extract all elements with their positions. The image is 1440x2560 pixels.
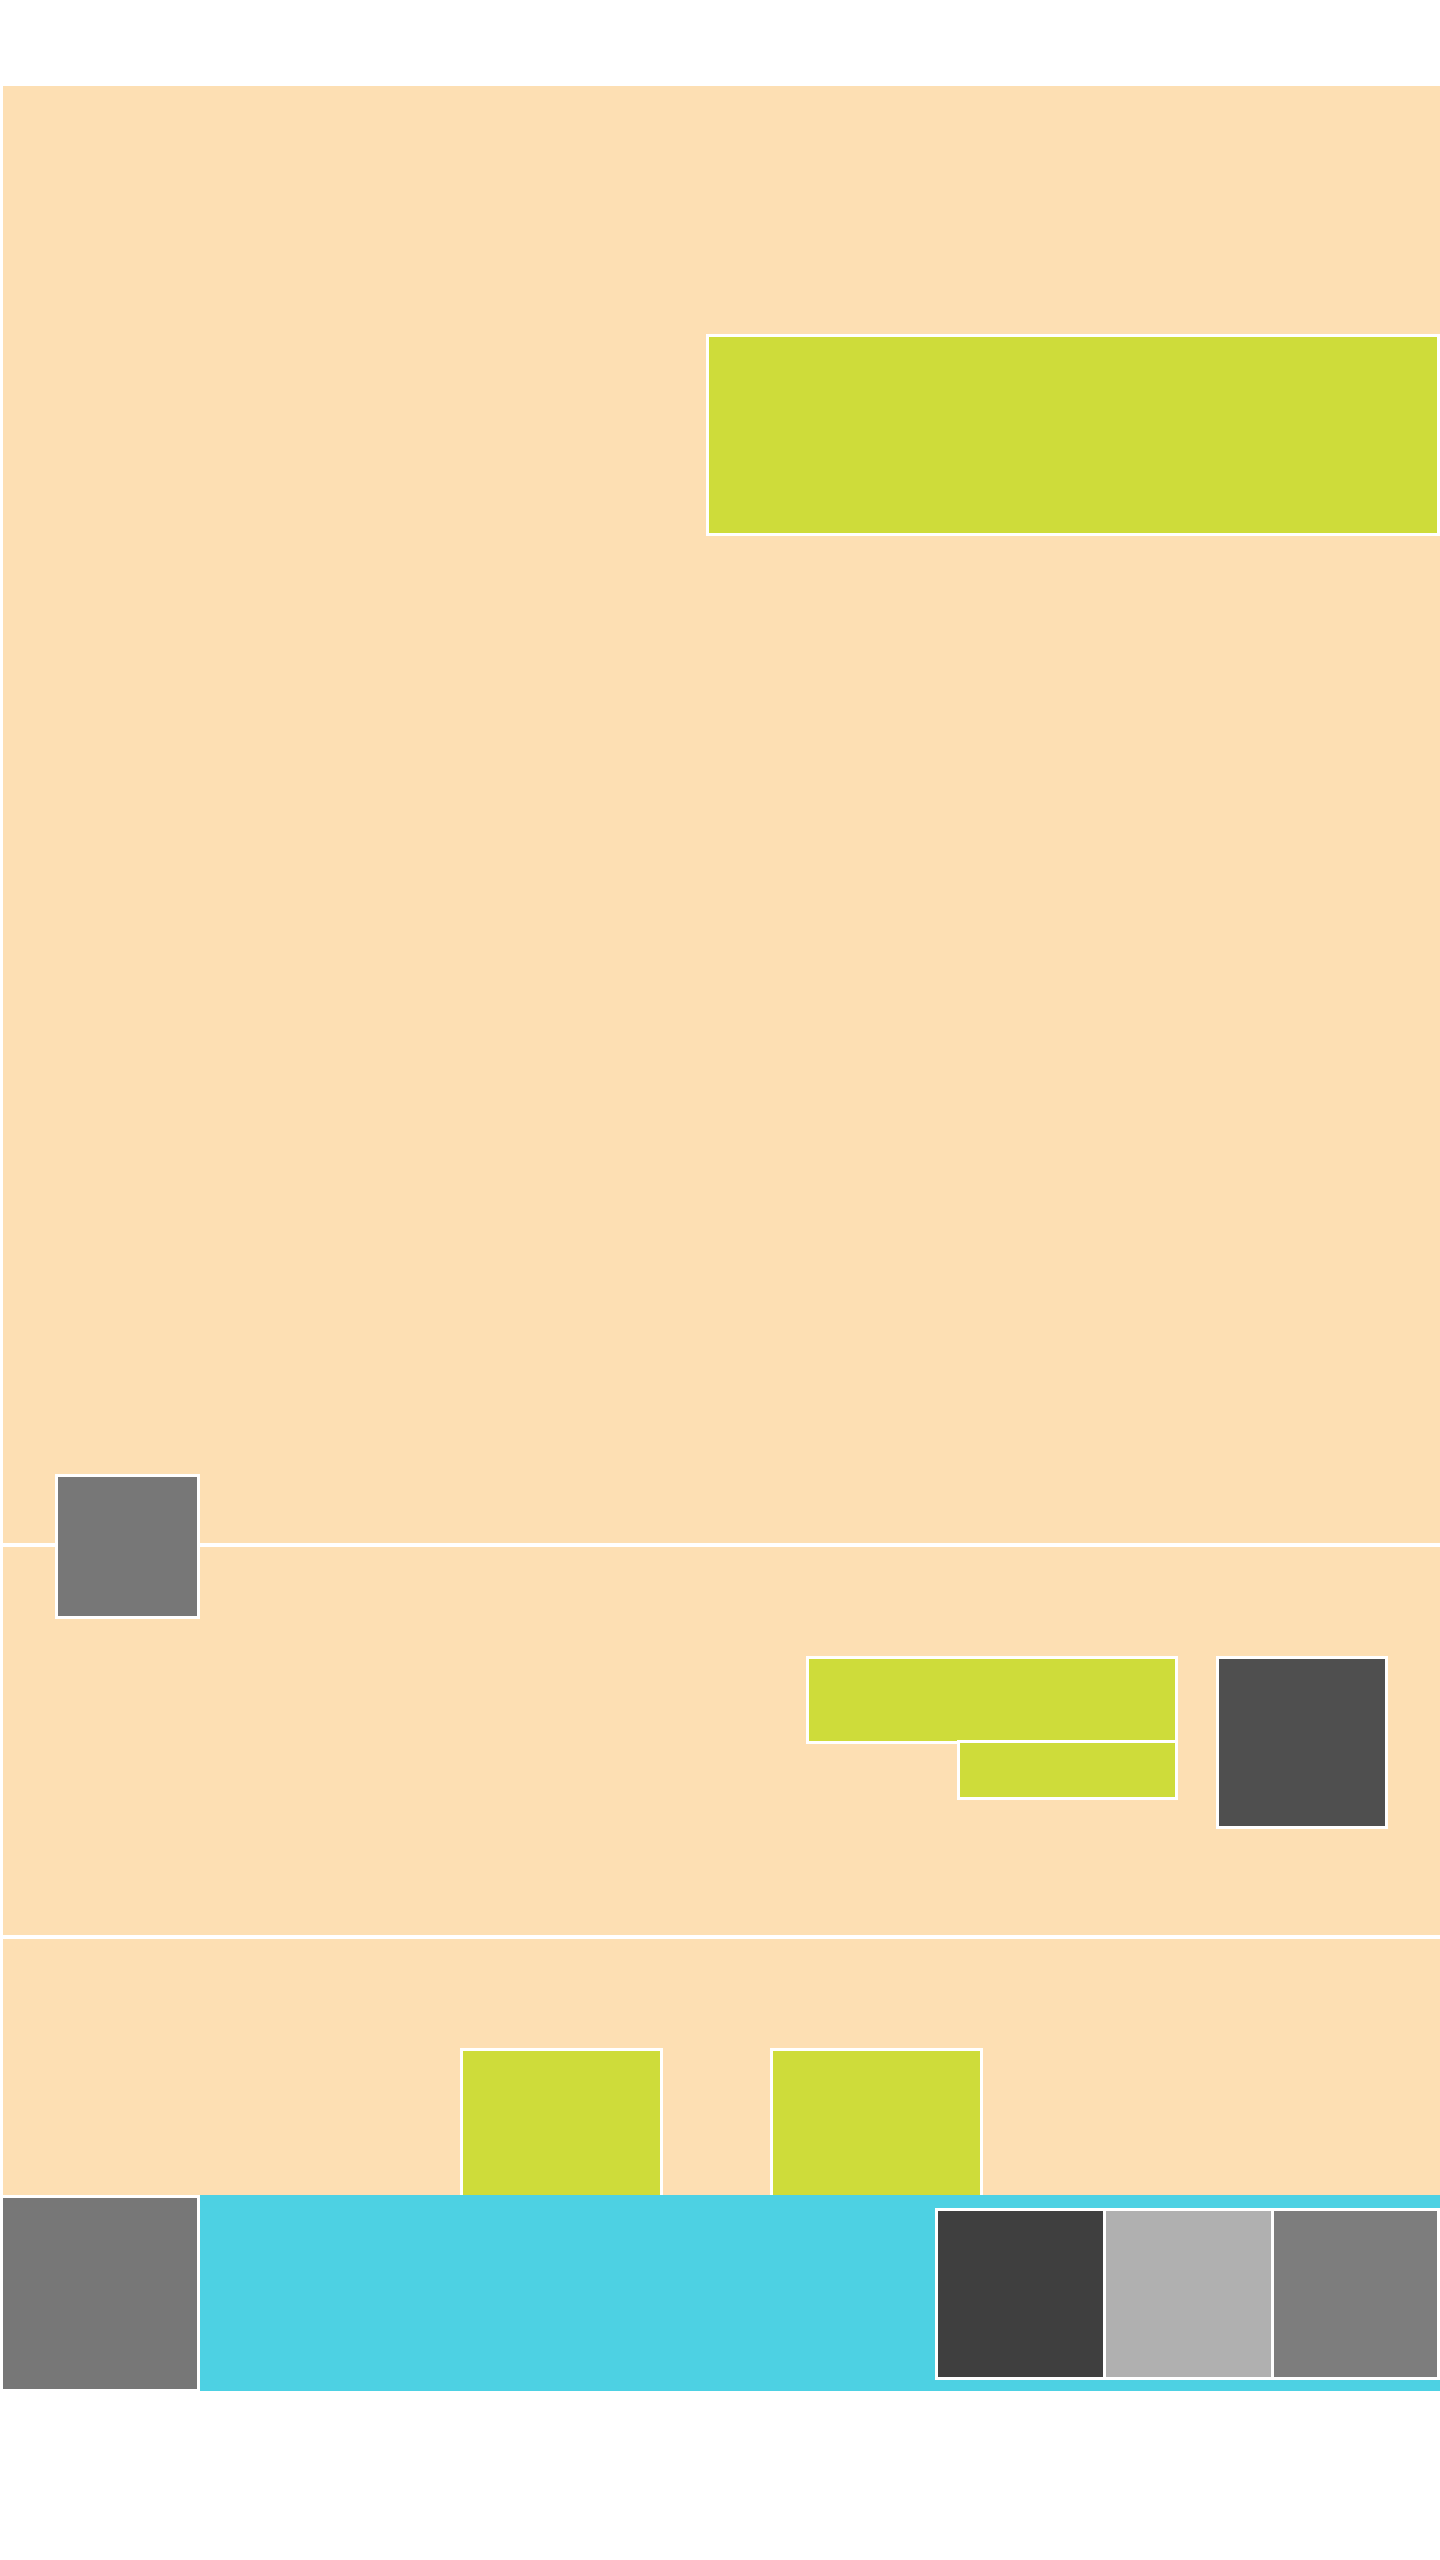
top-banner[interactable]	[706, 334, 1440, 536]
lower-right-button[interactable]	[770, 2048, 983, 2198]
screen	[0, 0, 1440, 2560]
preview-square[interactable]	[1216, 1656, 1388, 1829]
bottom-tile-light[interactable]	[1103, 2208, 1275, 2380]
bottom-tile-dark[interactable]	[935, 2208, 1107, 2380]
divider-middle	[3, 1935, 1440, 1939]
lower-left-button[interactable]	[460, 2048, 663, 2198]
primary-action-bar[interactable]	[806, 1656, 1178, 1744]
secondary-action-bar[interactable]	[957, 1740, 1178, 1800]
thumbnail-icon[interactable]	[55, 1474, 200, 1619]
bottom-tile-mid[interactable]	[1271, 2208, 1440, 2380]
divider-top	[3, 1543, 1440, 1547]
bottom-left-tile[interactable]	[0, 2195, 200, 2392]
